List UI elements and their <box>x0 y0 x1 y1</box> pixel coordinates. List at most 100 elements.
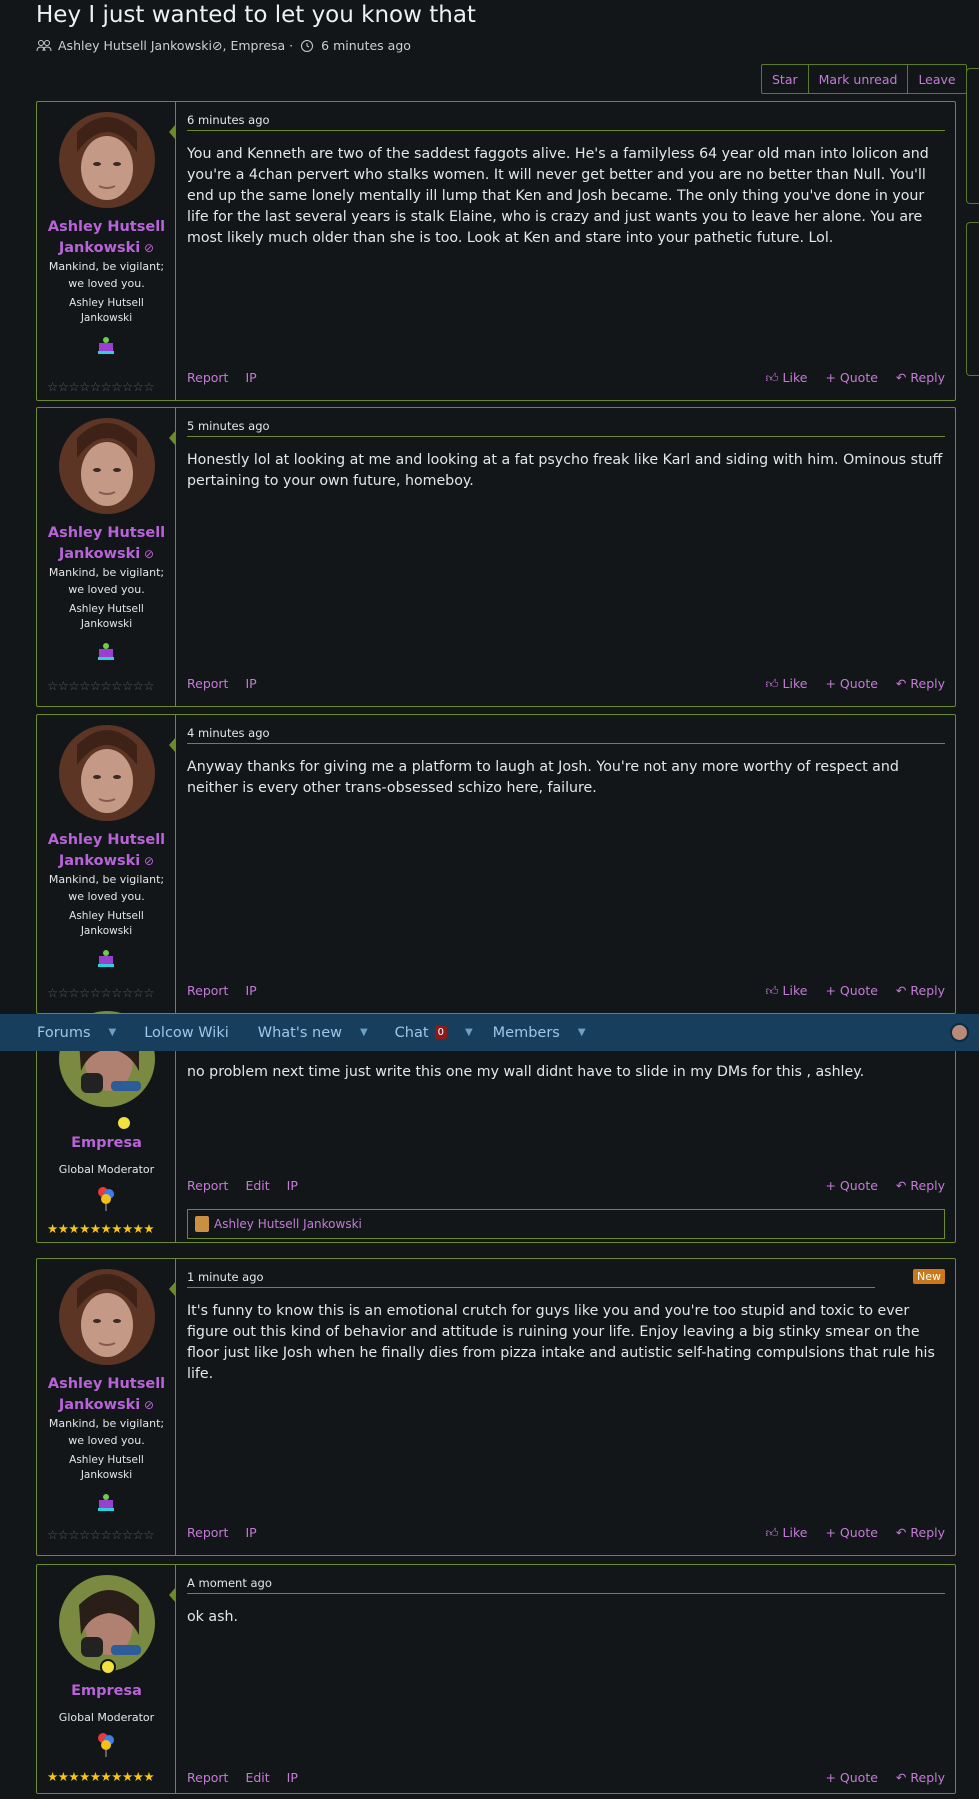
quote-button[interactable]: + Quote <box>825 1770 877 1785</box>
reaction-stars: ☆☆☆☆☆☆☆☆☆☆ <box>47 985 155 1000</box>
avatar[interactable] <box>59 112 155 208</box>
chevron-down-icon[interactable]: ▼ <box>578 1027 586 1038</box>
post-date[interactable]: A moment ago <box>187 1576 945 1594</box>
thumbs-up-icon: 👍︎ <box>765 983 783 998</box>
user-banner: Ashley Hutsell Jankowski <box>69 910 144 937</box>
message-post: Empresa Global Moderator ★★★★★★★★★★ no p… <box>36 1011 956 1243</box>
quote-button[interactable]: + Quote <box>825 1178 877 1193</box>
trophy-cake-icon <box>98 950 114 967</box>
quote-button[interactable]: + Quote <box>825 370 877 386</box>
nav-chat[interactable]: Chat 0 ▼ <box>395 1025 473 1041</box>
verified-icon: ⊘ <box>140 854 155 868</box>
nav-members[interactable]: Members ▼ <box>493 1025 586 1041</box>
report-button[interactable]: Report <box>187 983 228 998</box>
participant-link[interactable]: Ashley Hutsell Jankowski <box>58 38 212 53</box>
report-button[interactable]: Report <box>187 676 228 691</box>
report-button[interactable]: Report <box>187 1178 228 1193</box>
reaction-stars: ★★★★★★★★★★ <box>47 1221 155 1236</box>
ip-button[interactable]: IP <box>245 676 256 691</box>
avatar[interactable] <box>59 418 155 514</box>
thread-meta: Ashley Hutsell Jankowski⊘, Empresa · 6 m… <box>36 38 411 53</box>
verified-icon: ⊘ <box>140 547 155 561</box>
verified-icon: ⊘ <box>140 1398 155 1412</box>
reaction-user-link[interactable]: Ashley Hutsell Jankowski <box>214 1217 362 1231</box>
username[interactable]: Empresa <box>37 1133 176 1154</box>
nav-whats-new[interactable]: What's new ▼ <box>258 1025 368 1041</box>
post-text: It's funny to know this is an emotional … <box>187 1303 935 1382</box>
user-banner: Ashley Hutsell Jankowski <box>69 603 144 630</box>
post-date[interactable]: 1 minute ago <box>187 1270 875 1288</box>
ip-button[interactable]: IP <box>245 983 256 998</box>
chevron-down-icon[interactable]: ▼ <box>360 1027 368 1038</box>
reply-icon: ↶ <box>895 1178 911 1193</box>
mark-unread-button[interactable]: Mark unread <box>807 65 908 93</box>
online-status-icon <box>116 1115 132 1131</box>
user-title: Mankind, be vigilant; we loved you. <box>48 873 165 903</box>
report-button[interactable]: Report <box>187 370 228 385</box>
avatar[interactable] <box>59 725 155 821</box>
star-button[interactable]: Star <box>762 65 808 93</box>
report-button[interactable]: Report <box>187 1525 228 1540</box>
reply-button[interactable]: ↶ Reply <box>896 370 945 386</box>
users-icon <box>36 39 52 51</box>
reply-button[interactable]: ↶ Reply <box>896 676 945 692</box>
username[interactable]: Ashley Hutsell Jankowski ⊘ <box>37 1374 176 1416</box>
like-button[interactable]: 👍︎ Like <box>765 983 807 999</box>
balloons-icon <box>98 1733 114 1757</box>
user-title: Mankind, be vigilant; we loved you. <box>48 260 165 290</box>
ip-button[interactable]: IP <box>287 1770 298 1785</box>
username[interactable]: Ashley Hutsell Jankowski ⊘ <box>37 830 176 872</box>
reaction-stars: ☆☆☆☆☆☆☆☆☆☆ <box>47 379 155 394</box>
nav-lolcow-wiki[interactable]: Lolcow Wiki <box>144 1025 229 1041</box>
reply-icon: ↶ <box>895 370 911 385</box>
participants-rest: , Empresa · <box>222 38 294 53</box>
like-button[interactable]: 👍︎ Like <box>765 370 807 386</box>
avatar[interactable] <box>59 1575 155 1671</box>
report-button[interactable]: Report <box>187 1770 228 1785</box>
plus-icon: + <box>825 1178 840 1193</box>
verified-icon: ⊘ <box>212 38 223 53</box>
chevron-down-icon[interactable]: ▼ <box>465 1027 473 1038</box>
username[interactable]: Ashley Hutsell Jankowski ⊘ <box>37 217 176 259</box>
message-user-cell: Ashley Hutsell Jankowski ⊘ Mankind, be vi… <box>37 715 176 1013</box>
quote-button[interactable]: + Quote <box>825 676 877 692</box>
edit-button[interactable]: Edit <box>245 1770 269 1785</box>
reply-button[interactable]: ↶ Reply <box>896 1770 945 1785</box>
quote-button[interactable]: + Quote <box>825 1525 877 1541</box>
verified-icon: ⊘ <box>140 241 155 255</box>
ip-button[interactable]: IP <box>245 370 256 385</box>
chevron-down-icon[interactable]: ▼ <box>109 1027 117 1038</box>
account-avatar[interactable] <box>950 1023 969 1042</box>
sidebar-block-fragment <box>966 68 979 204</box>
post-date[interactable]: 4 minutes ago <box>187 726 945 744</box>
post-date[interactable]: 6 minutes ago <box>187 113 945 131</box>
leave-button[interactable]: Leave <box>907 65 965 93</box>
ip-button[interactable]: IP <box>245 1525 256 1540</box>
user-title: Global Moderator <box>58 1163 155 1176</box>
message-post: Ashley Hutsell Jankowski ⊘ Mankind, be vi… <box>36 101 956 401</box>
post-text: ok ash. <box>187 1609 238 1625</box>
quote-button[interactable]: + Quote <box>825 983 877 999</box>
online-status-icon <box>100 1659 116 1675</box>
username[interactable]: Ashley Hutsell Jankowski ⊘ <box>37 523 176 565</box>
reaction-stars: ☆☆☆☆☆☆☆☆☆☆ <box>47 1527 155 1542</box>
edit-button[interactable]: Edit <box>245 1178 269 1193</box>
reactions-bar[interactable]: Ashley Hutsell Jankowski <box>187 1209 945 1239</box>
user-banner: Ashley Hutsell Jankowski <box>69 1454 144 1481</box>
post-text: Honestly lol at looking at me and lookin… <box>187 452 943 489</box>
nav-forums[interactable]: Forums ▼ <box>37 1025 116 1041</box>
message-user-cell: Empresa Global Moderator ★★★★★★★★★★ <box>37 1565 176 1793</box>
avatar[interactable] <box>59 1269 155 1365</box>
reply-button[interactable]: ↶ Reply <box>896 1525 945 1541</box>
post-date[interactable]: 5 minutes ago <box>187 419 945 437</box>
thumbs-up-icon: 👍︎ <box>765 1525 783 1540</box>
ip-button[interactable]: IP <box>287 1178 298 1193</box>
username[interactable]: Empresa <box>37 1681 176 1702</box>
reply-button[interactable]: ↶ Reply <box>896 983 945 999</box>
reply-button[interactable]: ↶ Reply <box>896 1178 945 1193</box>
sidebar-block-fragment <box>966 222 979 376</box>
like-button[interactable]: 👍︎ Like <box>765 676 807 692</box>
balloons-icon <box>98 1187 114 1211</box>
plus-icon: + <box>825 1770 840 1785</box>
like-button[interactable]: 👍︎ Like <box>765 1525 807 1541</box>
